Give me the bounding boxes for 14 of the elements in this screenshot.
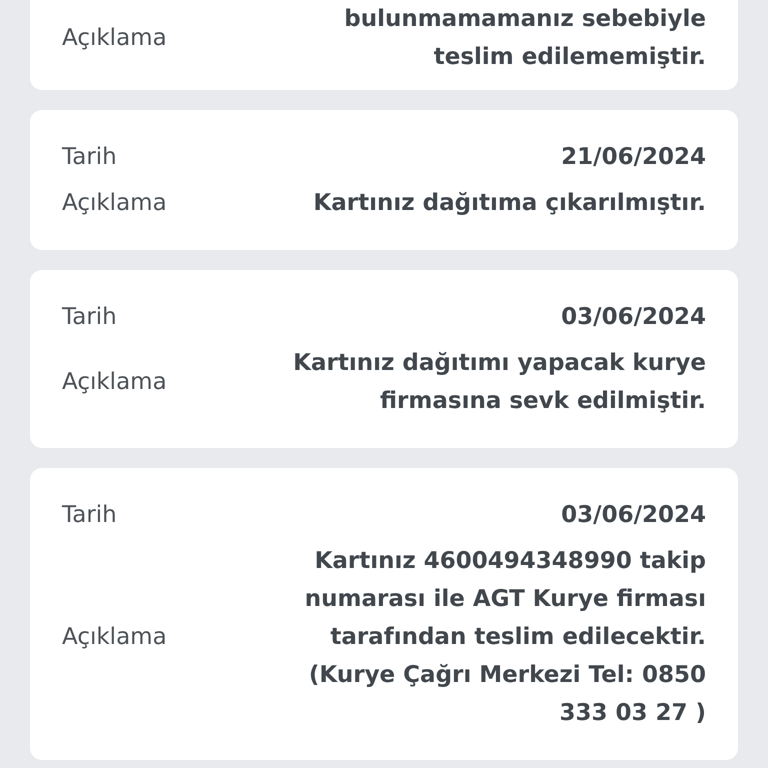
field-value: bulunmamamanız sebebiyle teslim edilememiştir. (343, 5, 706, 72)
field-label: Tarih (62, 143, 118, 172)
field-value: 03/06/2024 (560, 501, 706, 530)
field-value: 21/06/2024 (560, 143, 706, 172)
field-value: Kartınız dağıtıma çıkarılmıştır. (312, 189, 706, 218)
field-label: Tarih (62, 501, 118, 530)
field-label: Tarih (62, 303, 118, 332)
field-label: Açıklama (62, 368, 167, 397)
field-label: Açıklama (62, 189, 167, 218)
field-value: Kartınız dağıtımı yapacak kurye firmasına sevk edilmiştir. (292, 349, 706, 416)
field-label: Açıklama (62, 24, 167, 53)
field-value: 03/06/2024 (560, 303, 706, 332)
field-value: Kartınız 4600494348990 takip numarası ile AGT Kurye firması tarafından teslim edilecektir. (Kurye Çağrı Merkezi Tel: 0850 333 03 27 ) (304, 547, 706, 728)
field-label: Açıklama (62, 623, 167, 652)
